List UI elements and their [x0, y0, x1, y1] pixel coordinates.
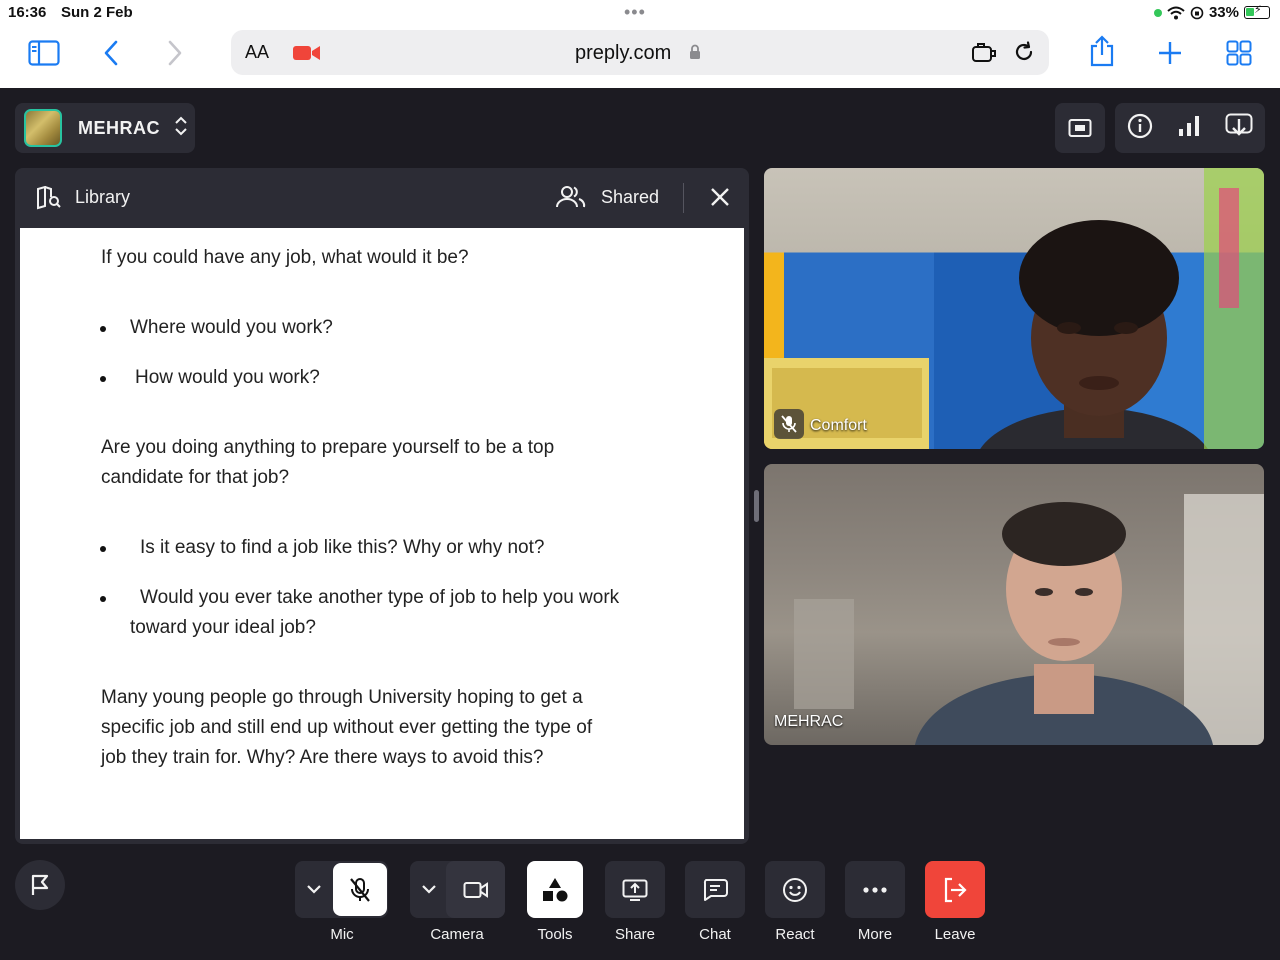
question-3-line-2: specific job and still end up without ev…	[101, 717, 593, 738]
status-time: 16:36	[8, 4, 47, 21]
browser-chrome: 16:36 Sun 2 Feb ••• 33% ⚡ AA preply.com	[0, 0, 1280, 88]
question-1-bullet-1: Where would you work?	[130, 317, 333, 338]
info-icon[interactable]	[1127, 113, 1153, 144]
share-screen-button[interactable]	[605, 861, 665, 918]
camera-label: Camera	[430, 926, 484, 943]
leave-button[interactable]	[925, 861, 985, 918]
share-icon[interactable]	[1088, 32, 1116, 70]
question-2-bullet-2-line-2: toward your ideal job?	[130, 617, 316, 638]
camera-toggle-button[interactable]	[446, 861, 505, 918]
library-panel: Library Shared If you could have any job…	[15, 168, 749, 844]
question-1-bullet-2: How would you work?	[135, 367, 320, 388]
report-button[interactable]	[15, 860, 65, 910]
layout-button[interactable]	[1055, 103, 1105, 153]
question-2-line-2: candidate for that job?	[101, 467, 290, 488]
users-icon	[556, 185, 586, 214]
chat-button[interactable]	[685, 861, 745, 918]
chevron-up-down-icon	[174, 115, 188, 142]
url-text[interactable]: preply.com	[575, 42, 671, 65]
text-size-button[interactable]: AA	[245, 42, 269, 63]
bullet-icon	[100, 546, 106, 552]
camera-recording-icon[interactable]	[293, 44, 321, 67]
mic-label: Mic	[330, 926, 354, 943]
video-tile-comfort[interactable]: Comfort	[764, 168, 1264, 449]
camera-options-chevron-down-icon[interactable]	[420, 880, 438, 903]
screen-share-icon	[622, 879, 648, 901]
chat-label: Chat	[699, 926, 731, 943]
address-bar[interactable]: AA preply.com	[231, 30, 1049, 75]
record-download-icon[interactable]	[1225, 113, 1253, 144]
tools-button[interactable]	[527, 861, 583, 918]
more-dots-icon	[863, 886, 887, 893]
smiley-icon	[783, 877, 807, 902]
participant-name: Comfort	[810, 417, 867, 434]
battery-percent: 33%	[1208, 4, 1239, 21]
battery-icon: ⚡	[1244, 4, 1270, 19]
tabs-overview-icon[interactable]	[1225, 34, 1253, 72]
lock-icon	[689, 44, 701, 65]
avatar	[24, 109, 62, 147]
picture-in-picture-icon	[1068, 119, 1092, 137]
mic-options-chevron-down-icon[interactable]	[305, 880, 323, 903]
divider	[683, 183, 684, 213]
video-camera-icon	[463, 881, 488, 898]
participant-video-mehrac	[794, 494, 1264, 745]
library-header: Library Shared	[15, 168, 749, 228]
react-label: React	[775, 926, 815, 943]
connection-quality-icon[interactable]	[1177, 114, 1201, 143]
question-1: If you could have any job, what would it…	[101, 247, 469, 268]
mic-control-group	[295, 861, 388, 918]
leave-label: Leave	[934, 926, 976, 943]
orientation-lock-icon	[1190, 6, 1204, 19]
library-title[interactable]: Library	[75, 187, 130, 208]
share-label: Share	[614, 926, 656, 943]
shared-status[interactable]: Shared	[601, 187, 659, 208]
multitasking-dots-icon[interactable]: •••	[624, 2, 646, 23]
more-button[interactable]	[845, 861, 905, 918]
status-bar: 16:36 Sun 2 Feb ••• 33% ⚡	[0, 0, 1280, 26]
user-name: MEHRAC	[78, 117, 160, 138]
library-book-icon[interactable]	[36, 185, 62, 215]
close-icon[interactable]	[709, 186, 731, 213]
camera-in-use-indicator-icon	[1153, 8, 1162, 17]
leave-exit-icon	[944, 877, 967, 902]
question-3-line-1: Many young people go through University …	[101, 687, 583, 708]
mic-off-icon	[350, 877, 370, 902]
participant-video-comfort	[764, 168, 1264, 449]
mic-off-icon	[774, 409, 804, 439]
wifi-icon	[1167, 6, 1185, 19]
new-tab-icon[interactable]	[1157, 34, 1183, 72]
question-3-line-3: job they train for. Why? Are there ways …	[101, 747, 544, 768]
bullet-icon	[100, 376, 106, 382]
sidebar-icon[interactable]	[27, 34, 61, 72]
header-tools-group	[1115, 103, 1265, 153]
bullet-icon	[100, 596, 106, 602]
chat-bubble-icon	[703, 878, 728, 901]
user-switcher[interactable]: MEHRAC	[15, 103, 195, 153]
bullet-icon	[100, 326, 106, 332]
tools-label: Tools	[537, 926, 573, 943]
video-tile-mehrac[interactable]: MEHRAC	[764, 464, 1264, 745]
back-icon[interactable]	[100, 34, 122, 72]
shared-document[interactable]: If you could have any job, what would it…	[20, 228, 744, 839]
shapes-icon	[543, 877, 568, 901]
question-2-bullet-1: Is it easy to find a job like this? Why …	[140, 537, 545, 558]
question-2-bullet-2-line-1: Would you ever take another type of job …	[140, 587, 620, 608]
participant-name: MEHRAC	[774, 713, 844, 730]
camera-control-group	[410, 861, 505, 918]
question-2-line-1: Are you doing anything to prepare yourse…	[101, 437, 555, 458]
extension-icon[interactable]	[971, 42, 997, 69]
resize-handle[interactable]	[754, 490, 759, 522]
reload-icon[interactable]	[1013, 41, 1035, 68]
flag-icon	[31, 874, 49, 895]
react-button[interactable]	[765, 861, 825, 918]
mic-toggle-button[interactable]	[333, 863, 387, 916]
status-date: Sun 2 Feb	[61, 4, 133, 21]
forward-icon[interactable]	[164, 34, 186, 72]
more-label: More	[857, 926, 893, 943]
status-right: 33% ⚡	[1153, 4, 1270, 21]
